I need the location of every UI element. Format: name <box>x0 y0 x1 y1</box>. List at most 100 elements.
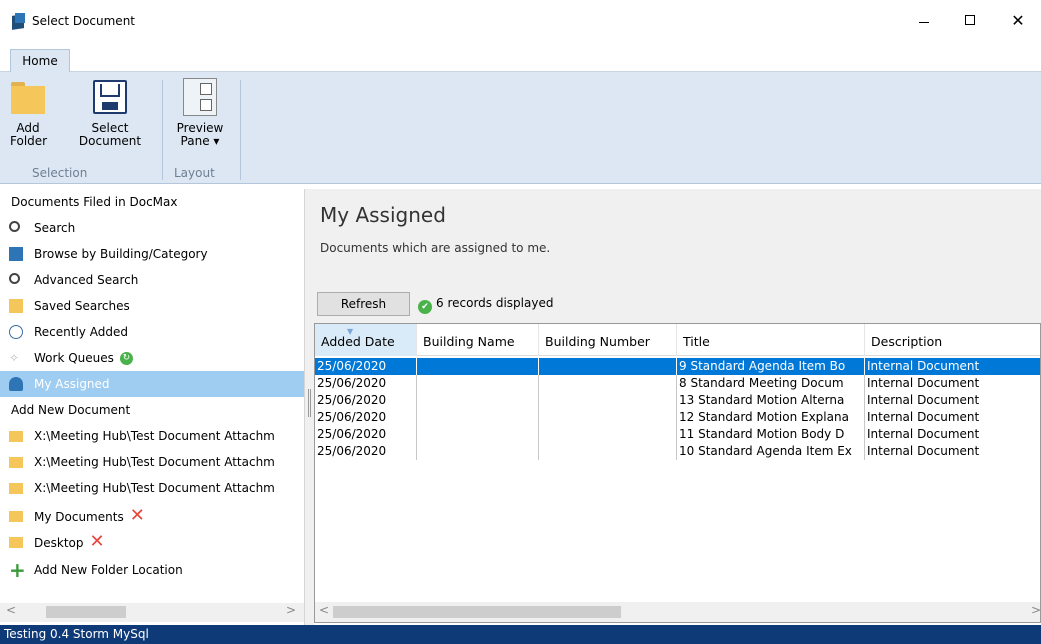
nav-item-folder-1[interactable]: X:\Meeting Hub\Test Document Attachm <box>0 423 304 449</box>
nav-item-my-assigned[interactable]: My Assigned <box>0 371 304 397</box>
table-cell-title: 8 Standard Meeting Docum <box>677 375 865 392</box>
navigation-pane: Documents Filed in DocMax Search Browse … <box>0 189 304 625</box>
group-label-selection: Selection <box>32 166 88 180</box>
table-cell-title: 13 Standard Motion Alterna <box>677 392 865 409</box>
select-document-button[interactable]: Select Document <box>74 80 146 148</box>
nav-item-label: Work Queues <box>34 351 114 365</box>
table-cell-title: 11 Standard Motion Body D <box>677 426 865 443</box>
preview-pane-button[interactable]: Preview Pane ▾ <box>172 78 228 148</box>
column-header-description[interactable]: Description <box>865 324 1040 356</box>
table-cell-building-name <box>417 375 539 392</box>
splitter-grip-icon <box>308 389 311 417</box>
add-folder-label-2: Folder <box>10 134 48 148</box>
pane-splitter[interactable] <box>304 189 314 625</box>
table-horizontal-scrollbar[interactable]: < > <box>315 602 1040 622</box>
scrollbar-thumb[interactable] <box>46 606 126 618</box>
ribbon-group-divider <box>162 80 163 180</box>
ribbon-group-divider <box>240 80 241 180</box>
column-header-title[interactable]: Title <box>677 324 865 356</box>
table-cell-title: 10 Standard Agenda Item Ex <box>677 443 865 460</box>
select-document-label-2: Document <box>78 134 142 148</box>
records-count-text: 6 records displayed <box>436 296 554 310</box>
nav-item-my-documents[interactable]: My Documents ✕ <box>0 503 304 529</box>
nav-item-folder-2[interactable]: X:\Meeting Hub\Test Document Attachm <box>0 449 304 475</box>
refresh-button[interactable]: Refresh <box>317 292 410 316</box>
remove-icon[interactable]: ✕ <box>130 505 145 526</box>
building-icon <box>9 247 23 261</box>
preview-pane-icon <box>183 78 217 116</box>
table-cell-added-date: 25/06/2020 <box>315 375 417 392</box>
table-cell-building-number <box>539 375 677 392</box>
nav-item-saved-searches[interactable]: Saved Searches <box>0 293 304 319</box>
minimize-icon <box>919 21 929 23</box>
nav-item-label: My Assigned <box>34 377 110 391</box>
table-row[interactable]: 25/06/2020 9 Standard Agenda Item Bo Inter… <box>315 358 1040 375</box>
table-cell-added-date: 25/06/2020 <box>315 409 417 426</box>
scrollbar-thumb[interactable] <box>333 606 621 618</box>
maximize-button[interactable] <box>947 0 993 40</box>
nav-item-desktop[interactable]: Desktop ✕ <box>0 529 304 555</box>
content-header: My Assigned Documents which are assigned… <box>314 189 1041 289</box>
column-header-added-date[interactable]: ▼ Added Date <box>315 324 417 356</box>
table-cell-title: 9 Standard Agenda Item Bo <box>677 358 865 375</box>
section-header-filed: Documents Filed in DocMax <box>11 195 178 209</box>
nav-item-recently-added[interactable]: Recently Added <box>0 319 304 345</box>
close-button[interactable]: ✕ <box>995 0 1041 40</box>
add-folder-button[interactable]: Add Folder <box>10 80 48 148</box>
folder-icon <box>9 431 23 442</box>
table-row[interactable]: 25/06/2020 10 Standard Agenda Item Ex Inte… <box>315 443 1040 460</box>
folder-icon <box>9 537 23 548</box>
nav-item-label: X:\Meeting Hub\Test Document Attachm <box>34 429 275 443</box>
folder-icon <box>9 483 23 494</box>
column-header-label: Added Date <box>321 334 395 349</box>
table-cell-building-number <box>539 392 677 409</box>
nav-item-label: Browse by Building/Category <box>34 247 208 261</box>
nav-item-search[interactable]: Search <box>0 215 304 241</box>
minimize-button[interactable] <box>901 0 947 40</box>
results-toolbar: Refresh ✔ 6 records displayed <box>314 289 1041 323</box>
nav-item-work-queues[interactable]: ✧ Work Queues ↻ <box>0 345 304 371</box>
table-row[interactable]: 25/06/2020 11 Standard Motion Body D Inter… <box>315 426 1040 443</box>
table-cell-building-number <box>539 426 677 443</box>
table-cell-building-name <box>417 392 539 409</box>
tab-home[interactable]: Home <box>10 49 70 73</box>
table-cell-building-name <box>417 426 539 443</box>
table-cell-added-date: 25/06/2020 <box>315 426 417 443</box>
remove-icon[interactable]: ✕ <box>90 531 105 552</box>
records-status: ✔ 6 records displayed <box>418 296 553 314</box>
search-icon <box>9 221 20 232</box>
column-header-building-name[interactable]: Building Name <box>417 324 539 356</box>
scroll-right-icon[interactable]: > <box>1031 603 1040 617</box>
nav-item-label-wrap: My Documents ✕ <box>34 503 145 529</box>
preview-pane-label-2: Pane ▾ <box>180 134 220 148</box>
table-row[interactable]: 25/06/2020 13 Standard Motion Alterna Inte… <box>315 392 1040 409</box>
refresh-icon[interactable]: ↻ <box>119 352 133 365</box>
scroll-left-icon[interactable]: < <box>6 603 16 617</box>
table-cell-description: Internal Document <box>865 358 1040 375</box>
nav-item-label: Add New Folder Location <box>34 563 183 577</box>
nav-item-folder-3[interactable]: X:\Meeting Hub\Test Document Attachm <box>0 475 304 501</box>
table-cell-title: 12 Standard Motion Explana <box>677 409 865 426</box>
sort-arrow-icon: ▼ <box>347 327 354 336</box>
nav-item-label: X:\Meeting Hub\Test Document Attachm <box>34 481 275 495</box>
nav-item-label-wrap: Work Queues ↻ <box>34 345 133 371</box>
status-bar: Testing 0.4 Storm MySql <box>0 625 1041 644</box>
group-label-layout: Layout <box>174 166 215 180</box>
documents-table: ▼ Added Date Building Name Building Numbe… <box>314 323 1041 623</box>
table-cell-building-number <box>539 443 677 460</box>
save-icon <box>93 80 127 114</box>
scroll-left-icon[interactable]: < <box>319 603 329 617</box>
nav-item-browse[interactable]: Browse by Building/Category <box>0 241 304 267</box>
table-row[interactable]: 25/06/2020 8 Standard Meeting Docum Intern… <box>315 375 1040 392</box>
nav-item-advanced-search[interactable]: Advanced Search <box>0 267 304 293</box>
clock-icon <box>9 325 23 339</box>
table-row[interactable]: 25/06/2020 12 Standard Motion Explana Inte… <box>315 409 1040 426</box>
folder-icon <box>11 82 45 114</box>
maximize-icon <box>965 15 975 25</box>
saved-search-folder-icon <box>9 299 23 313</box>
table-cell-description: Internal Document <box>865 409 1040 426</box>
nav-item-add-folder-location[interactable]: + Add New Folder Location <box>0 557 304 583</box>
scroll-right-icon[interactable]: > <box>286 603 296 617</box>
nav-horizontal-scrollbar[interactable]: < > <box>0 603 304 622</box>
column-header-building-number[interactable]: Building Number <box>539 324 677 356</box>
